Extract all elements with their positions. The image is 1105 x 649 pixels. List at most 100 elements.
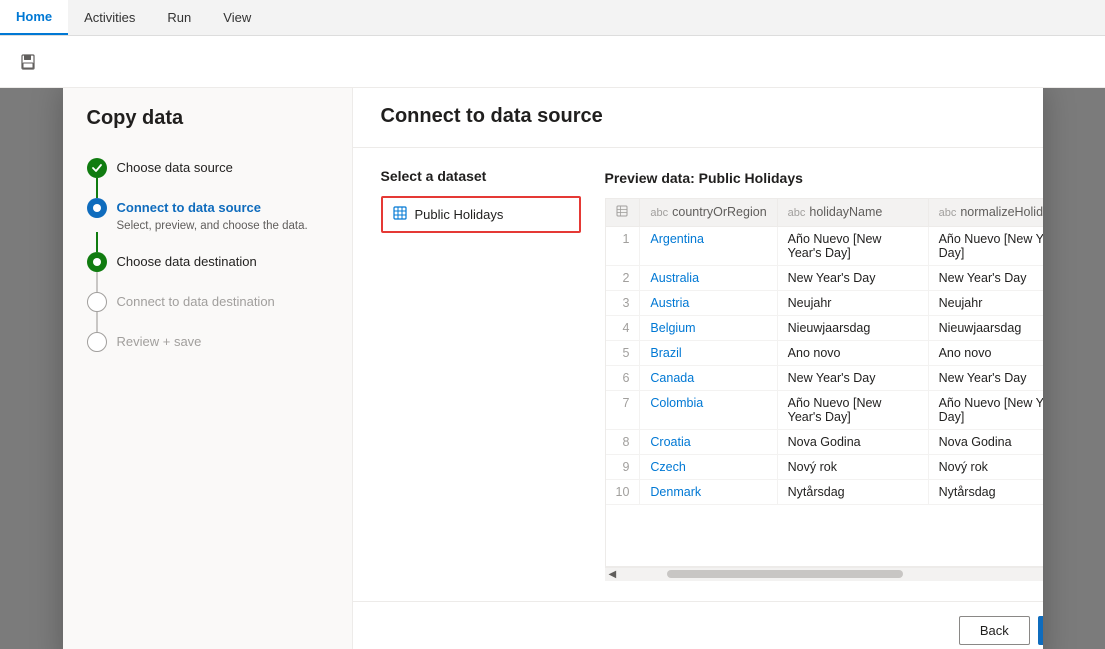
table-row: 9CzechNový rokNový rok (606, 454, 1043, 479)
connector-2 (96, 232, 98, 252)
modal-title: Connect to data source (381, 105, 603, 128)
cell-row-num: 10 (606, 479, 640, 504)
th-holiday: abcholidayName (777, 199, 928, 227)
cell-normalize: Nieuwjaarsdag (928, 315, 1042, 340)
cell-holiday: New Year's Day (777, 365, 928, 390)
cell-country[interactable]: Czech (640, 454, 777, 479)
connector-3 (96, 272, 98, 292)
step-label-4: Connect to data destination (117, 294, 275, 309)
step-indicator-3 (87, 252, 107, 272)
step-label-1: Choose data source (117, 160, 233, 175)
step-label-5: Review + save (117, 334, 202, 349)
step-indicator-5 (87, 332, 107, 352)
cell-normalize: New Year's Day (928, 365, 1042, 390)
cell-row-num: 1 (606, 226, 640, 265)
tab-view[interactable]: View (207, 0, 267, 35)
cell-country[interactable]: Australia (640, 265, 777, 290)
table-row: 2AustraliaNew Year's DayNew Year's Day (606, 265, 1043, 290)
table-body: 1ArgentinaAño Nuevo [New Year's Day]Año … (606, 226, 1043, 504)
cell-holiday: Nova Godina (777, 429, 928, 454)
cell-country[interactable]: Brazil (640, 340, 777, 365)
modal-dialog: Copy data Choose data source (63, 88, 1043, 649)
cell-normalize: New Year's Day (928, 265, 1042, 290)
dataset-label: Public Holidays (415, 207, 504, 222)
step-review-save: Review + save (87, 332, 328, 352)
step-connect-destination: Connect to data destination (87, 292, 328, 312)
table-row: 1ArgentinaAño Nuevo [New Year's Day]Año … (606, 226, 1043, 265)
cell-country[interactable]: Denmark (640, 479, 777, 504)
cell-holiday: Año Nuevo [New Year's Day] (777, 390, 928, 429)
canvas-area: Copy data Choose data source (0, 88, 1105, 649)
cell-country[interactable]: Austria (640, 290, 777, 315)
cell-row-num: 9 (606, 454, 640, 479)
step-indicator-1 (87, 158, 107, 178)
cell-country[interactable]: Argentina (640, 226, 777, 265)
scroll-left-arrow[interactable]: ◀ (609, 569, 617, 580)
cell-holiday: Neujahr (777, 290, 928, 315)
connector-4 (96, 312, 98, 332)
app-toolbar (0, 36, 1105, 88)
cell-row-num: 2 (606, 265, 640, 290)
cell-holiday: Ano novo (777, 340, 928, 365)
tab-run[interactable]: Run (151, 0, 207, 35)
connector-1 (96, 178, 98, 198)
cell-normalize: Neujahr (928, 290, 1042, 315)
table-row: 5BrazilAno novoAno novo (606, 340, 1043, 365)
table-row: 10DenmarkNytårsdagNytårsdag (606, 479, 1043, 504)
cell-normalize: Año Nuevo [New Year's Day] (928, 226, 1042, 265)
next-button[interactable]: Next (1038, 616, 1043, 645)
cell-holiday: New Year's Day (777, 265, 928, 290)
cell-row-num: 4 (606, 315, 640, 340)
cell-country[interactable]: Croatia (640, 429, 777, 454)
preview-panel: Preview data: Public Holidays ↻ (605, 168, 1043, 581)
cell-normalize: Nový rok (928, 454, 1042, 479)
scroll-track[interactable] (620, 570, 1042, 578)
data-table-wrapper[interactable]: abccountryOrRegion abcholidayName abcnor… (605, 198, 1043, 567)
step-choose-destination: Choose data destination (87, 252, 328, 272)
step-choose-source: Choose data source (87, 158, 328, 178)
select-dataset-panel: Select a dataset (381, 168, 581, 581)
cell-normalize: Nova Godina (928, 429, 1042, 454)
step-label-2: Connect to data source (117, 200, 261, 215)
cell-country[interactable]: Colombia (640, 390, 777, 429)
cell-normalize: Nytårsdag (928, 479, 1042, 504)
dataset-item-public-holidays[interactable]: Public Holidays (381, 196, 581, 233)
cell-row-num: 8 (606, 429, 640, 454)
modal-overlay: Copy data Choose data source (0, 88, 1105, 649)
cell-holiday: Año Nuevo [New Year's Day] (777, 226, 928, 265)
modal-footer: Back Next (353, 601, 1043, 649)
th-row-num (606, 199, 640, 227)
table-row: 3AustriaNeujahrNeujahr (606, 290, 1043, 315)
preview-table: abccountryOrRegion abcholidayName abcnor… (606, 199, 1043, 505)
horizontal-scrollbar[interactable]: ◀ ▶ (605, 567, 1043, 581)
step-label-3: Choose data destination (117, 254, 257, 269)
cell-row-num: 6 (606, 365, 640, 390)
step-list: Choose data source Connect to data sourc… (87, 158, 328, 352)
step-indicator-2 (87, 198, 107, 218)
modal-main-content: Connect to data source ✕ Select a datase… (353, 88, 1043, 649)
table-header-row: abccountryOrRegion abcholidayName abcnor… (606, 199, 1043, 227)
back-button[interactable]: Back (959, 616, 1030, 645)
cell-row-num: 3 (606, 290, 640, 315)
step-connect-source: Connect to data source Select, preview, … (87, 198, 328, 232)
step-indicator-4 (87, 292, 107, 312)
save-icon[interactable] (12, 46, 44, 78)
modal-sidebar: Copy data Choose data source (63, 88, 353, 649)
cell-country[interactable]: Belgium (640, 315, 777, 340)
th-normalize: abcnormalizeHolidayName (928, 199, 1042, 227)
select-dataset-heading: Select a dataset (381, 168, 581, 184)
table-row: 8CroatiaNova GodinaNova Godina (606, 429, 1043, 454)
cell-holiday: Nytårsdag (777, 479, 928, 504)
cell-holiday: Nieuwjaarsdag (777, 315, 928, 340)
tab-home[interactable]: Home (0, 0, 68, 35)
cell-country[interactable]: Canada (640, 365, 777, 390)
cell-row-num: 5 (606, 340, 640, 365)
cell-normalize: Año Nuevo [New Year's Day] (928, 390, 1042, 429)
cell-holiday: Nový rok (777, 454, 928, 479)
table-row: 7ColombiaAño Nuevo [New Year's Day]Año N… (606, 390, 1043, 429)
step-sublabel-2: Select, preview, and choose the data. (117, 220, 328, 232)
scroll-thumb[interactable] (667, 570, 902, 578)
modal-body: Select a dataset (353, 148, 1043, 601)
th-country: abccountryOrRegion (640, 199, 777, 227)
tab-activities[interactable]: Activities (68, 0, 151, 35)
